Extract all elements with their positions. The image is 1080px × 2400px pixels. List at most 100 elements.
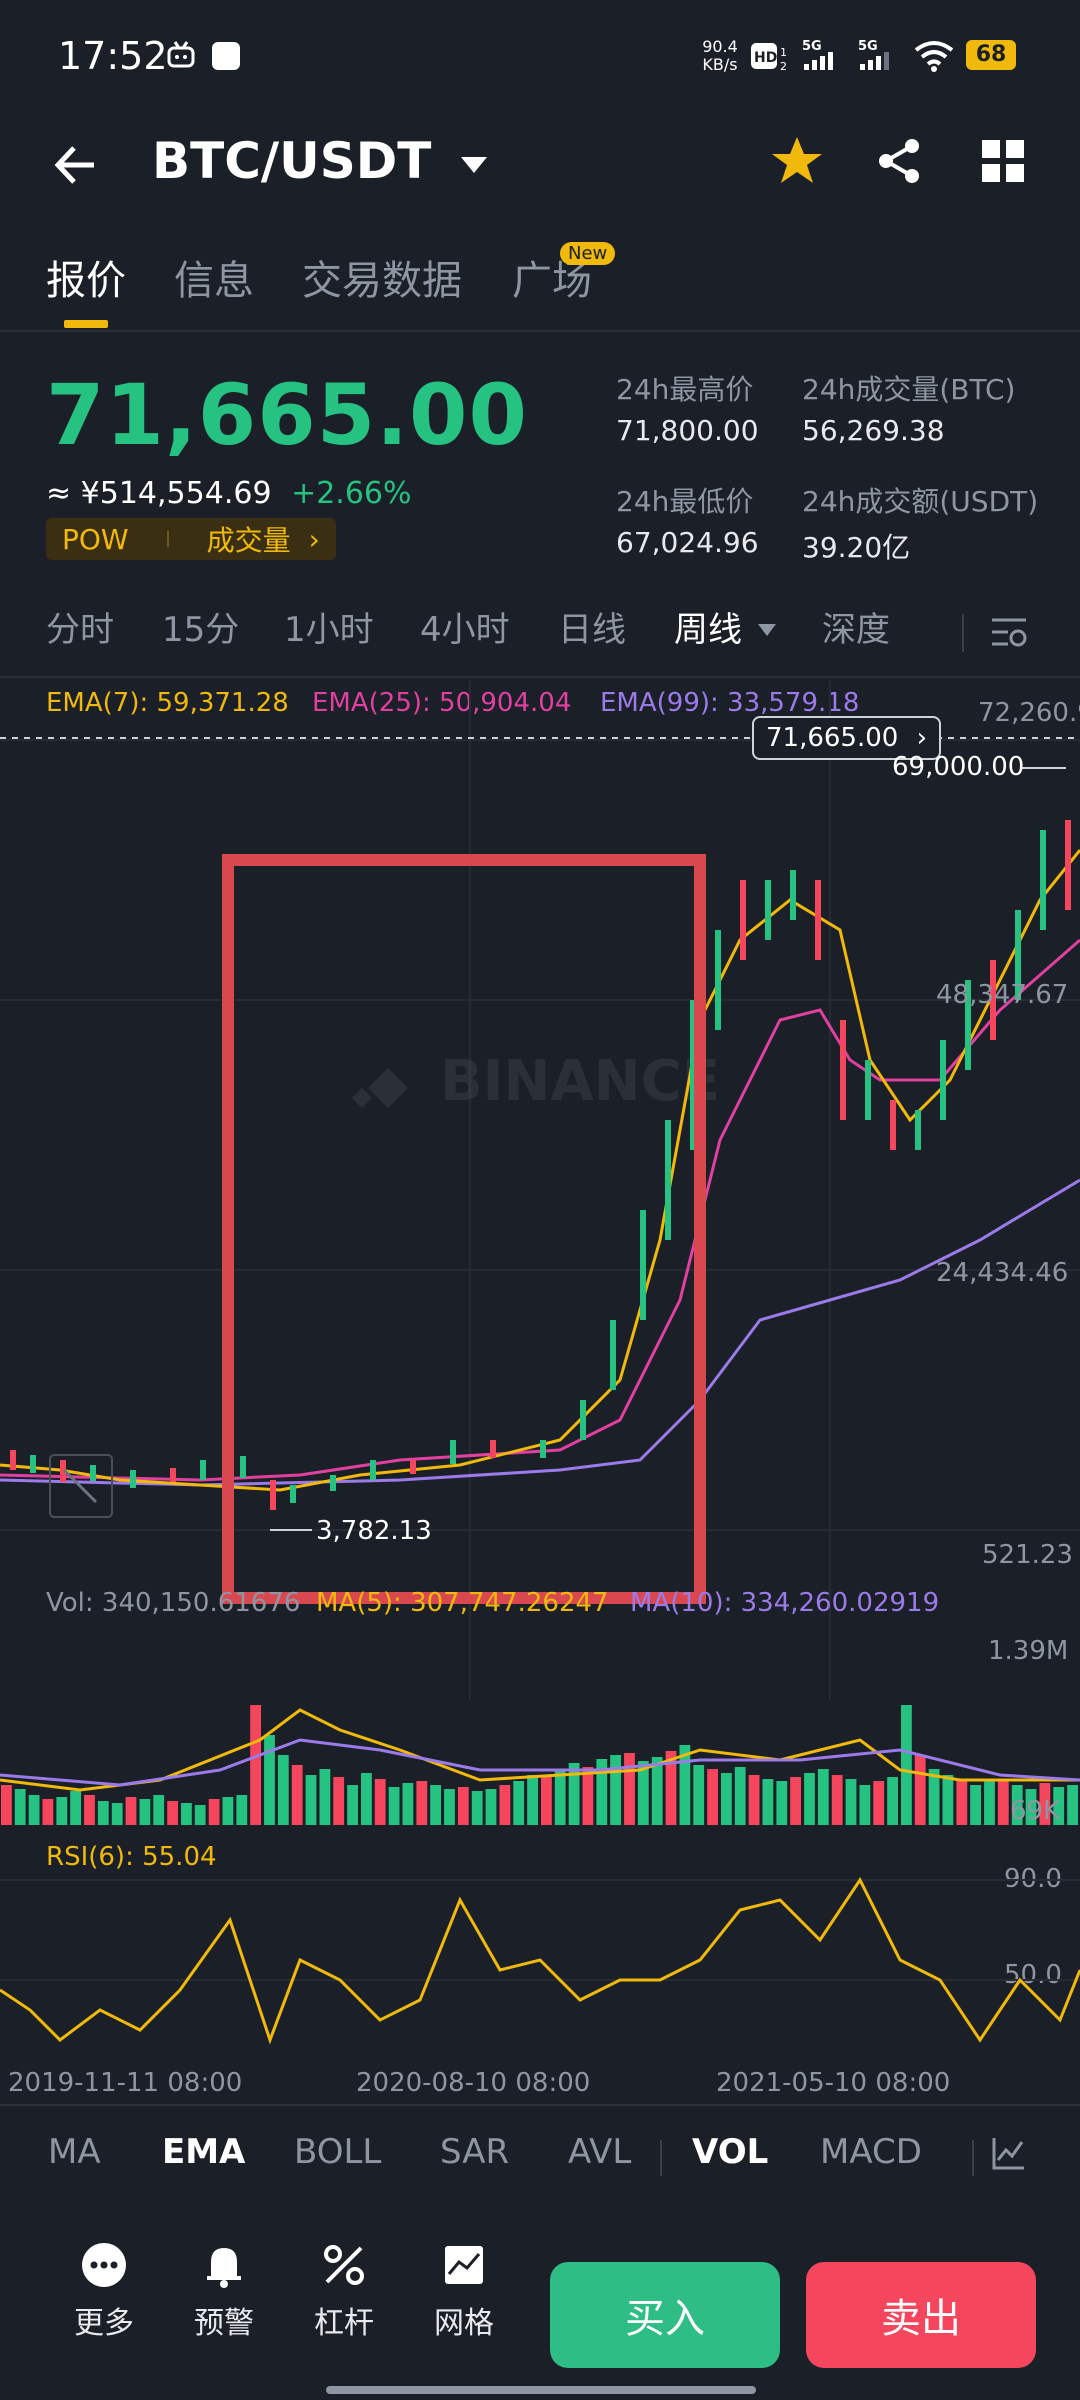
volume-bar bbox=[28, 1795, 40, 1825]
grid-button[interactable]: 网格 bbox=[414, 2240, 514, 2342]
svg-text:HD: HD bbox=[754, 50, 777, 66]
volume-bar bbox=[416, 1781, 428, 1825]
tag-pill[interactable]: POW 成交量 › bbox=[46, 518, 336, 560]
main-tabs: 报价 信息 交易数据 广场 New bbox=[0, 230, 1080, 330]
volume-bar bbox=[554, 1769, 566, 1825]
more-button[interactable]: 更多 bbox=[54, 2240, 154, 2342]
chart-settings-icon[interactable] bbox=[988, 612, 1030, 654]
volume-bar bbox=[541, 1777, 552, 1825]
volume-bar bbox=[762, 1779, 774, 1825]
axis-bottom-label: 521.23 bbox=[982, 1540, 1073, 1570]
chevron-down-icon bbox=[460, 156, 487, 173]
low-value: 67,024.96 bbox=[616, 526, 759, 559]
volume-bar bbox=[277, 1755, 289, 1825]
ema7-line bbox=[0, 849, 1080, 1492]
volume-bar bbox=[402, 1783, 414, 1825]
high-value: 71,800.00 bbox=[616, 414, 759, 447]
pair-selector[interactable]: BTC/USDT bbox=[152, 132, 491, 190]
tab-info[interactable]: 信息 bbox=[174, 248, 254, 306]
svg-text:2: 2 bbox=[780, 60, 787, 73]
interval-day[interactable]: 日线 bbox=[558, 602, 626, 651]
indicator-divider bbox=[972, 2140, 974, 2176]
volume-bar bbox=[748, 1775, 760, 1825]
indicator-sar[interactable]: SAR bbox=[440, 2132, 509, 2172]
buy-button[interactable]: 买入 bbox=[550, 2262, 780, 2368]
candles bbox=[10, 820, 1071, 1510]
volume-bar bbox=[485, 1789, 497, 1825]
vol-usdt-value: 39.20亿 bbox=[802, 531, 911, 564]
high-label: 24h最高价 bbox=[616, 373, 754, 406]
battery-icon: 68 bbox=[966, 40, 1016, 70]
interval-4h[interactable]: 4小时 bbox=[420, 602, 510, 651]
ema25-line bbox=[0, 938, 1080, 1482]
tab-trading-data[interactable]: 交易数据 bbox=[302, 248, 462, 306]
indicator-settings-icon[interactable] bbox=[990, 2134, 1028, 2172]
grid-menu-icon[interactable] bbox=[980, 138, 1026, 184]
volume-bar bbox=[804, 1773, 815, 1825]
favorite-star-icon[interactable] bbox=[770, 134, 824, 188]
vol-ma10-legend: MA(10): 334,260.02919 bbox=[630, 1588, 940, 1618]
signal-5g-1-icon: 5G bbox=[802, 39, 833, 70]
volume-bar bbox=[347, 1785, 358, 1825]
interval-time[interactable]: 分时 bbox=[46, 602, 114, 651]
indicator-ema[interactable]: EMA bbox=[162, 2132, 245, 2172]
volume-bars bbox=[1, 1705, 1078, 1825]
battery-level: 68 bbox=[975, 42, 1007, 67]
volume-bar bbox=[42, 1799, 54, 1825]
svg-text:5G: 5G bbox=[802, 39, 822, 54]
candlestick-chart[interactable]: BINANCE bbox=[0, 680, 1080, 1700]
volume-bar bbox=[361, 1773, 372, 1825]
alert-button[interactable]: 预警 bbox=[174, 2240, 274, 2342]
sell-button[interactable]: 卖出 bbox=[806, 2262, 1036, 2368]
volume-bar bbox=[471, 1791, 483, 1825]
wifi-icon bbox=[914, 41, 954, 72]
date-label-1: 2019-11-11 08:00 bbox=[8, 2068, 243, 2098]
indicator-avl[interactable]: AVL bbox=[568, 2132, 631, 2172]
svg-text:5G: 5G bbox=[858, 39, 878, 54]
volume-bar bbox=[236, 1795, 248, 1825]
volume-bar bbox=[374, 1779, 386, 1825]
volume-bar bbox=[513, 1781, 525, 1825]
gallery-notification-icon bbox=[212, 42, 240, 70]
svg-text:1: 1 bbox=[780, 46, 787, 59]
volume-bar bbox=[887, 1777, 898, 1825]
indicator-boll[interactable]: BOLL bbox=[294, 2132, 381, 2172]
top-nav: BTC/USDT bbox=[0, 110, 1080, 220]
volume-bar bbox=[194, 1805, 206, 1825]
volume-bar bbox=[845, 1779, 857, 1825]
volume-bar bbox=[527, 1775, 538, 1825]
new-badge: New bbox=[560, 242, 616, 265]
volume-chart[interactable] bbox=[0, 1630, 1080, 1830]
tab-quote[interactable]: 报价 bbox=[46, 248, 126, 306]
status-time: 17:52 bbox=[58, 34, 168, 78]
volume-bar bbox=[457, 1787, 469, 1825]
leverage-button[interactable]: 杠杆 bbox=[294, 2240, 394, 2342]
volume-bar bbox=[333, 1777, 345, 1825]
share-icon[interactable] bbox=[874, 136, 924, 186]
chevron-right-icon: › bbox=[916, 723, 927, 753]
bell-icon bbox=[207, 2248, 241, 2288]
volume-bar bbox=[790, 1777, 801, 1825]
home-indicator bbox=[326, 2386, 756, 2394]
low-label: 24h最低价 bbox=[616, 485, 754, 518]
interval-15m[interactable]: 15分 bbox=[162, 602, 239, 651]
indicator-macd[interactable]: MACD bbox=[820, 2132, 922, 2172]
interval-week[interactable]: 周线 bbox=[674, 602, 742, 651]
volume-bar bbox=[970, 1785, 981, 1825]
volume-bar bbox=[859, 1785, 871, 1825]
vol-btc-value: 56,269.38 bbox=[802, 414, 945, 447]
volume-bar bbox=[499, 1785, 511, 1825]
interval-depth[interactable]: 深度 bbox=[822, 602, 890, 651]
indicator-vol[interactable]: VOL bbox=[692, 2132, 768, 2172]
interval-1h[interactable]: 1小时 bbox=[284, 602, 374, 651]
watermark-text: BINANCE bbox=[440, 1049, 720, 1114]
grid-label: 网格 bbox=[434, 2306, 494, 2341]
rsi-chart[interactable] bbox=[0, 1840, 1080, 2070]
back-arrow-icon[interactable] bbox=[50, 140, 100, 190]
volume-bar bbox=[693, 1765, 705, 1825]
volume-bar bbox=[125, 1797, 137, 1825]
volume-bar bbox=[568, 1763, 580, 1825]
indicator-ma[interactable]: MA bbox=[48, 2132, 101, 2172]
volume-bar bbox=[1, 1785, 12, 1825]
volume-bar bbox=[444, 1789, 455, 1825]
